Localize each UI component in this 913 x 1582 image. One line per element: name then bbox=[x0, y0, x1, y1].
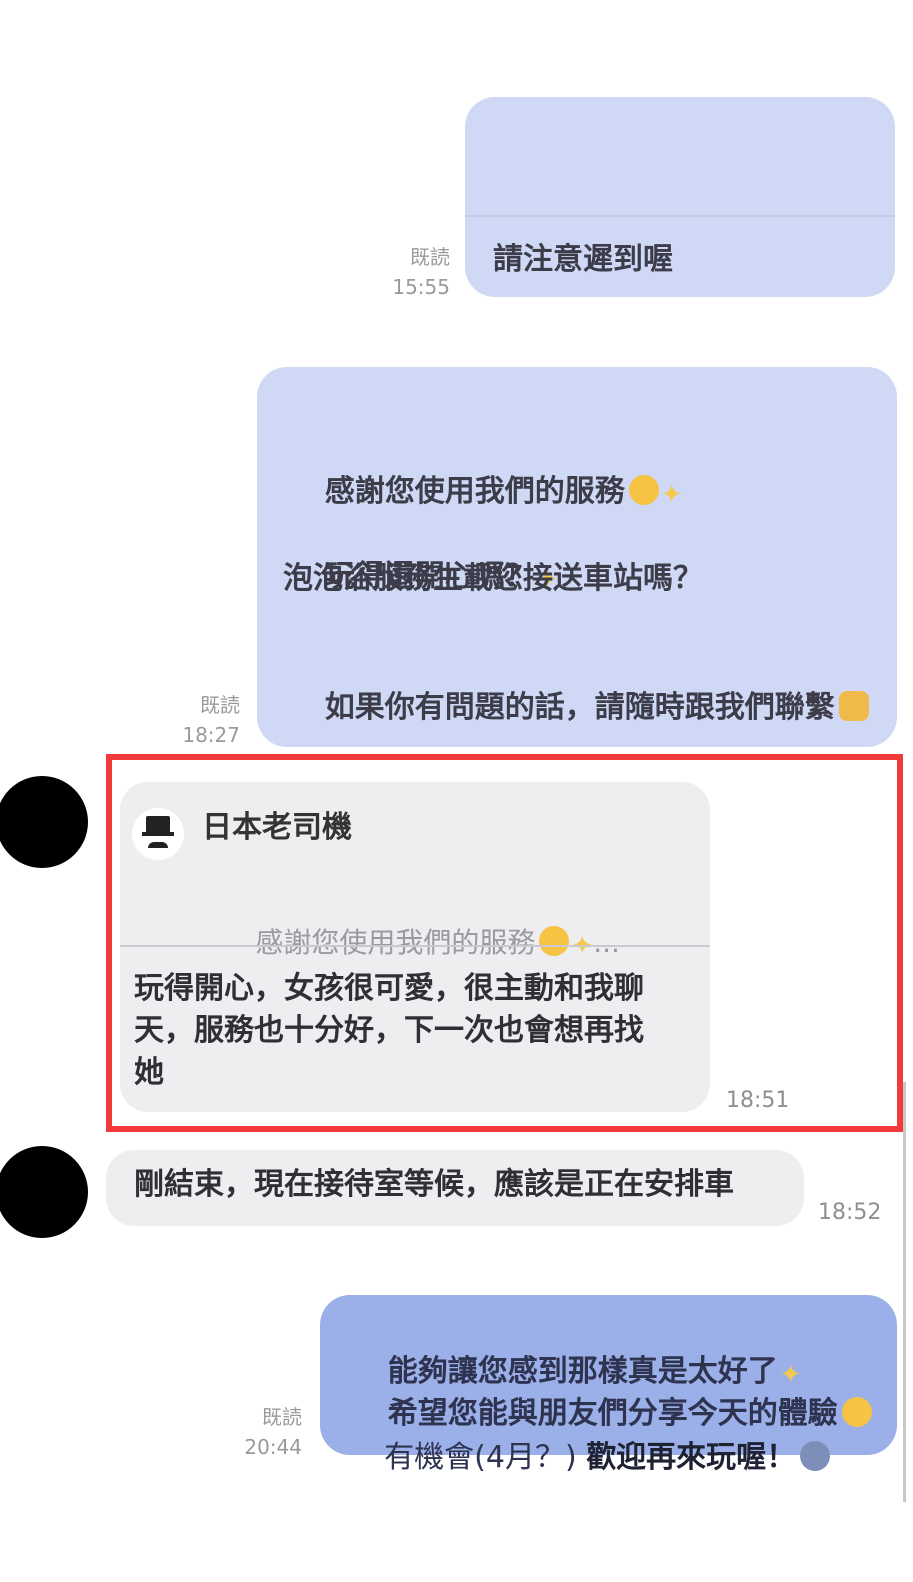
ellipsis: ... bbox=[593, 926, 620, 959]
message-text: 玩得開心，女孩很可愛，很主動和我聊 bbox=[134, 971, 644, 1006]
read-label: 既読 bbox=[262, 1405, 302, 1429]
top-hat-mustache-icon bbox=[132, 808, 184, 860]
message-text: 剛結束，現在接待室等候，應該是正在安排車 bbox=[134, 1167, 734, 1202]
reply-to-text: 感謝您使用我們的服務 bbox=[255, 926, 536, 959]
read-label: 既読 bbox=[200, 693, 240, 717]
smile-emoji-icon bbox=[628, 475, 659, 505]
bubble-divider bbox=[465, 215, 895, 217]
thumbs-up-icon bbox=[838, 691, 869, 721]
message-text: 請注意遲到喔 bbox=[493, 242, 673, 277]
smile-emoji-icon bbox=[539, 926, 570, 956]
scrollbar[interactable] bbox=[903, 1082, 906, 1502]
message-text: 有機會(4月？) bbox=[384, 1440, 587, 1475]
message-line: 如果你有問題的話，請隨時跟我們聯繫 bbox=[283, 645, 869, 771]
reply-quote[interactable]: 日本老司機 感謝您使用我們的服務 ✦... bbox=[120, 782, 710, 961]
reply-to-name: 日本老司機 bbox=[202, 810, 352, 845]
reply-divider bbox=[120, 945, 710, 947]
message-time: 20:44 bbox=[244, 1435, 302, 1459]
message-time: 15:55 bbox=[392, 275, 450, 299]
message-text: 泡泡浴服務生載您接送車站嗎？ bbox=[283, 561, 703, 596]
sparkles-icon: ✦ bbox=[660, 480, 683, 510]
read-label: 既読 bbox=[410, 245, 450, 269]
message-line: 有機會(4月？) 歡迎再來玩喔！ bbox=[346, 1395, 831, 1521]
read-receipt: 既読 20:44 bbox=[222, 1402, 302, 1462]
message-bubble-incoming[interactable]: 剛結束，現在接待室等候，應該是正在安排車 bbox=[106, 1150, 804, 1226]
message-text: 如果你有問題的話，請隨時跟我們聯繫 bbox=[324, 690, 835, 725]
message-bubble-outgoing[interactable]: 請注意遲到喔 bbox=[465, 97, 895, 297]
message-bubble-outgoing[interactable]: 感謝您使用我們的服務 ✦ 玩得還開心嗎？✦ 泡泡浴服務生載您接送車站嗎？ 如果你有… bbox=[257, 367, 897, 747]
avatar[interactable] bbox=[0, 776, 88, 868]
message-text: 感謝您使用我們的服務 bbox=[324, 474, 625, 509]
message-text: 天，服務也十分好，下一次也會想再找 bbox=[134, 1013, 644, 1048]
read-receipt: 既読 18:27 bbox=[160, 690, 240, 750]
person-gesture-icon bbox=[800, 1441, 831, 1471]
avatar[interactable] bbox=[0, 1146, 88, 1238]
message-bubble-incoming[interactable]: 日本老司機 感謝您使用我們的服務 ✦... 玩得開心，女孩很可愛，很主動和我聊 天… bbox=[120, 782, 710, 1112]
message-time: 18:51 bbox=[726, 1088, 790, 1113]
sunglasses-emoji-icon bbox=[841, 1397, 872, 1427]
message-time: 18:52 bbox=[818, 1200, 882, 1225]
read-receipt: 既読 15:55 bbox=[370, 242, 450, 302]
message-time: 18:27 bbox=[182, 723, 240, 747]
message-text: 她 bbox=[134, 1055, 164, 1090]
message-text-bold: 歡迎再來玩喔！ bbox=[586, 1440, 797, 1475]
message-bubble-outgoing[interactable]: 能夠讓您感到那樣真是太好了✦ 希望您能與朋友們分享今天的體驗 有機會(4月？) … bbox=[320, 1295, 897, 1475]
